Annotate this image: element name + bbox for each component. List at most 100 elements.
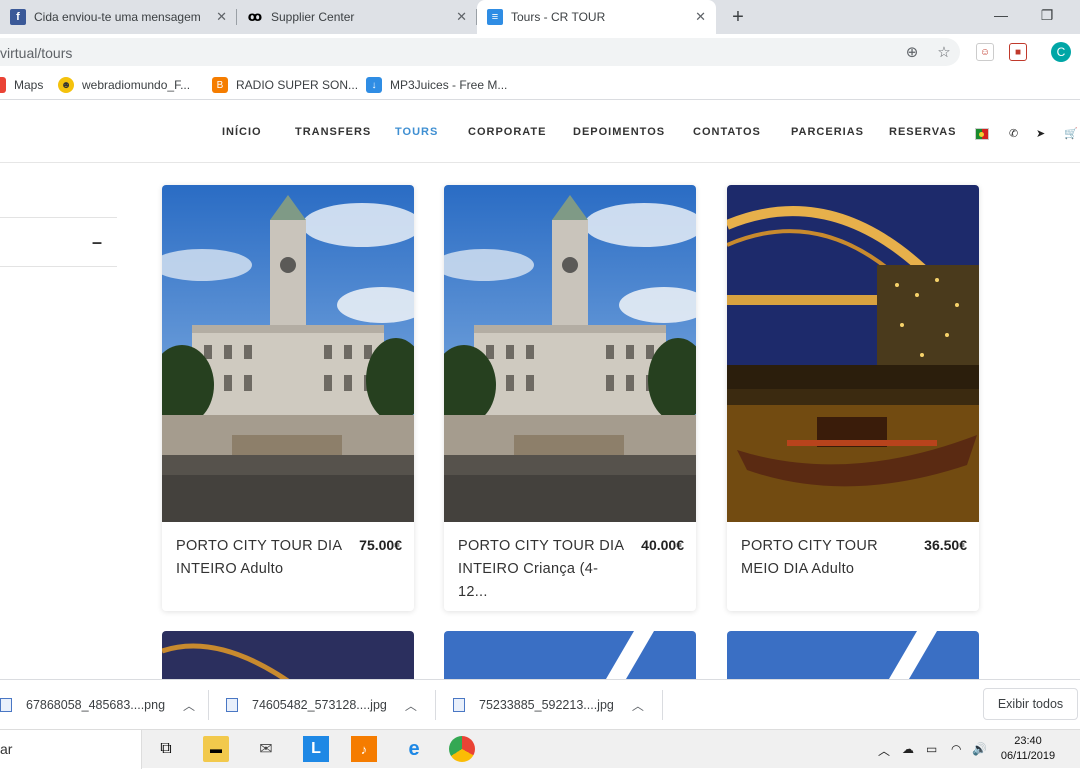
edge-icon[interactable]: e (401, 736, 427, 762)
city-hall-photo (444, 185, 696, 522)
download-filename: 67868058_485683....png (26, 698, 166, 712)
tab-facebook[interactable]: f Cida enviou-te uma mensagem ✕ (0, 0, 237, 34)
bookmark-label: Maps (14, 78, 44, 92)
download-item[interactable]: 67868058_485683....png ︿ (0, 694, 195, 716)
nav-inicio[interactable]: INÍCIO (222, 126, 262, 138)
new-tab-button[interactable]: + (726, 5, 750, 29)
image-file-icon (0, 698, 12, 712)
clock-date: 06/11/2019 (1000, 750, 1056, 762)
collapse-filter-button[interactable]: – (92, 232, 102, 253)
chevron-up-icon[interactable]: ︿ (878, 742, 890, 759)
phone-icon[interactable]: ✆ (1009, 127, 1018, 140)
city-hall-photo (162, 185, 414, 522)
clock-time: 23:40 (1014, 735, 1042, 747)
taskbar-search-text: ar (0, 741, 13, 757)
close-tab-icon[interactable]: ✕ (695, 9, 706, 25)
blogger-icon: B (212, 77, 228, 93)
tab-supplier-center[interactable]: ꝏ Supplier Center ✕ (237, 0, 477, 34)
bookmark-radio-super-som[interactable]: B RADIO SUPER SON... (212, 76, 358, 94)
wifi-icon[interactable]: ◠ (951, 742, 961, 756)
bookmark-label: MP3Juices - Free M... (390, 78, 508, 92)
media-app-icon[interactable]: ♪ (351, 736, 377, 762)
facebook-icon: f (10, 9, 26, 25)
tab-tours[interactable]: ≡ Tours - CR TOUR ✕ (477, 0, 716, 34)
shield-extension-icon[interactable]: ■ (1009, 43, 1027, 61)
bridge-night-photo (727, 185, 979, 522)
windows-taskbar: ar ⧉ ▬ ✉ L ♪ e ︿ ☁ ▭ ◠ 🔊 23:40 06/11/201… (0, 729, 1080, 769)
chevron-up-icon[interactable]: ︿ (405, 697, 417, 714)
bookmark-label: RADIO SUPER SON... (236, 78, 359, 92)
url-text[interactable]: virtual/tours (0, 45, 72, 61)
tour-price: 36.50€ (924, 537, 967, 553)
filter-divider (0, 266, 117, 267)
add-page-icon[interactable]: ⊕ (902, 42, 922, 62)
nav-transfers[interactable]: TRANSFERS (295, 126, 371, 138)
nav-tours[interactable]: TOURS (395, 126, 438, 138)
download-item[interactable]: 74605482_573128....jpg ︿ (226, 694, 417, 716)
taskbar-search-box[interactable]: ar (0, 730, 142, 769)
download-divider (208, 690, 209, 720)
bookmark-maps[interactable]: Maps (0, 76, 43, 94)
battery-icon[interactable]: ▭ (926, 742, 937, 756)
download-divider (662, 690, 663, 720)
tour-price: 40.00€ (641, 537, 684, 553)
image-file-icon (226, 698, 238, 712)
location-arrow-icon[interactable]: ➤ (1036, 127, 1045, 140)
portugal-flag-icon[interactable] (975, 128, 989, 140)
document-icon: ≡ (487, 9, 503, 25)
tour-name[interactable]: PORTO CITY TOUR DIA INTEIRO Adulto (176, 535, 344, 581)
restore-icon[interactable]: ❐ (1024, 0, 1070, 30)
download-icon: ↓ (366, 77, 382, 93)
l-app-icon[interactable]: L (303, 736, 329, 762)
file-explorer-icon[interactable]: ▬ (203, 736, 229, 762)
site-navigation: INÍCIO TRANSFERS TOURS CORPORATE DEPOIME… (0, 103, 1080, 163)
address-bar[interactable]: virtual/tours ⊕ ☆ (0, 38, 960, 66)
nav-corporate[interactable]: CORPORATE (468, 126, 546, 138)
bookmarks-bar: Maps ☻ webradiomundo_F... B RADIO SUPER … (0, 70, 1080, 100)
nav-reservas[interactable]: RESERVAS (889, 126, 957, 138)
bookmark-star-icon[interactable]: ☆ (934, 42, 954, 62)
smiley-icon: ☻ (58, 77, 74, 93)
download-filename: 75233885_592213....jpg (479, 698, 614, 712)
minimize-icon[interactable]: — (978, 0, 1024, 30)
download-filename: 74605482_573128....jpg (252, 698, 387, 712)
profile-avatar[interactable]: C (1051, 42, 1071, 62)
image-file-icon (453, 698, 465, 712)
tour-card[interactable]: PORTO CITY TOUR DIA INTEIRO Adulto 75.00… (162, 185, 414, 611)
tab-title: Tours - CR TOUR (511, 10, 606, 24)
chevron-up-icon[interactable]: ︿ (183, 697, 195, 714)
bookmark-mp3juices[interactable]: ↓ MP3Juices - Free M... (366, 76, 507, 94)
show-all-downloads-button[interactable]: Exibir todos (983, 688, 1078, 720)
extension-icon[interactable]: ☺ (976, 43, 994, 61)
close-tab-icon[interactable]: ✕ (456, 9, 467, 25)
bookmark-webradiomundo[interactable]: ☻ webradiomundo_F... (58, 76, 190, 94)
taskbar-clock[interactable]: 23:40 06/11/2019 (996, 734, 1060, 764)
tripadvisor-icon: ꝏ (247, 9, 263, 24)
tab-title: Cida enviou-te uma mensagem (34, 10, 201, 24)
downloads-shelf: 67868058_485683....png ︿ 74605482_573128… (0, 679, 1080, 729)
close-tab-icon[interactable]: ✕ (216, 9, 227, 25)
volume-icon[interactable]: 🔊 (972, 742, 987, 756)
tour-price: 75.00€ (359, 537, 402, 553)
maps-icon (0, 77, 6, 93)
tour-card[interactable]: PORTO CITY TOUR MEIO DIA Adulto 36.50€ (727, 185, 979, 611)
tour-card[interactable]: PORTO CITY TOUR DIA INTEIRO Criança (4-1… (444, 185, 696, 611)
cloud-icon[interactable]: ☁ (902, 742, 914, 756)
cart-icon[interactable]: 🛒 (1064, 127, 1078, 140)
nav-parcerias[interactable]: PARCERIAS (791, 126, 864, 138)
mail-icon[interactable]: ✉ (253, 736, 279, 762)
chevron-up-icon[interactable]: ︿ (632, 697, 644, 714)
browser-tab-strip: f Cida enviou-te uma mensagem ✕ ꝏ Suppli… (0, 0, 1080, 34)
bookmark-label: webradiomundo_F... (82, 78, 191, 92)
filter-divider (0, 217, 117, 218)
tab-title: Supplier Center (271, 10, 355, 24)
chrome-icon[interactable] (449, 736, 475, 762)
task-view-icon[interactable]: ⧉ (153, 736, 179, 762)
browser-toolbar: virtual/tours ⊕ ☆ ☺ ■ C (0, 34, 1080, 70)
nav-contatos[interactable]: CONTATOS (693, 126, 761, 138)
tour-name[interactable]: PORTO CITY TOUR DIA INTEIRO Criança (4-1… (458, 535, 626, 604)
nav-depoimentos[interactable]: DEPOIMENTOS (573, 126, 665, 138)
download-divider (435, 690, 436, 720)
tour-name[interactable]: PORTO CITY TOUR MEIO DIA Adulto (741, 535, 909, 581)
download-item[interactable]: 75233885_592213....jpg ︿ (453, 694, 644, 716)
